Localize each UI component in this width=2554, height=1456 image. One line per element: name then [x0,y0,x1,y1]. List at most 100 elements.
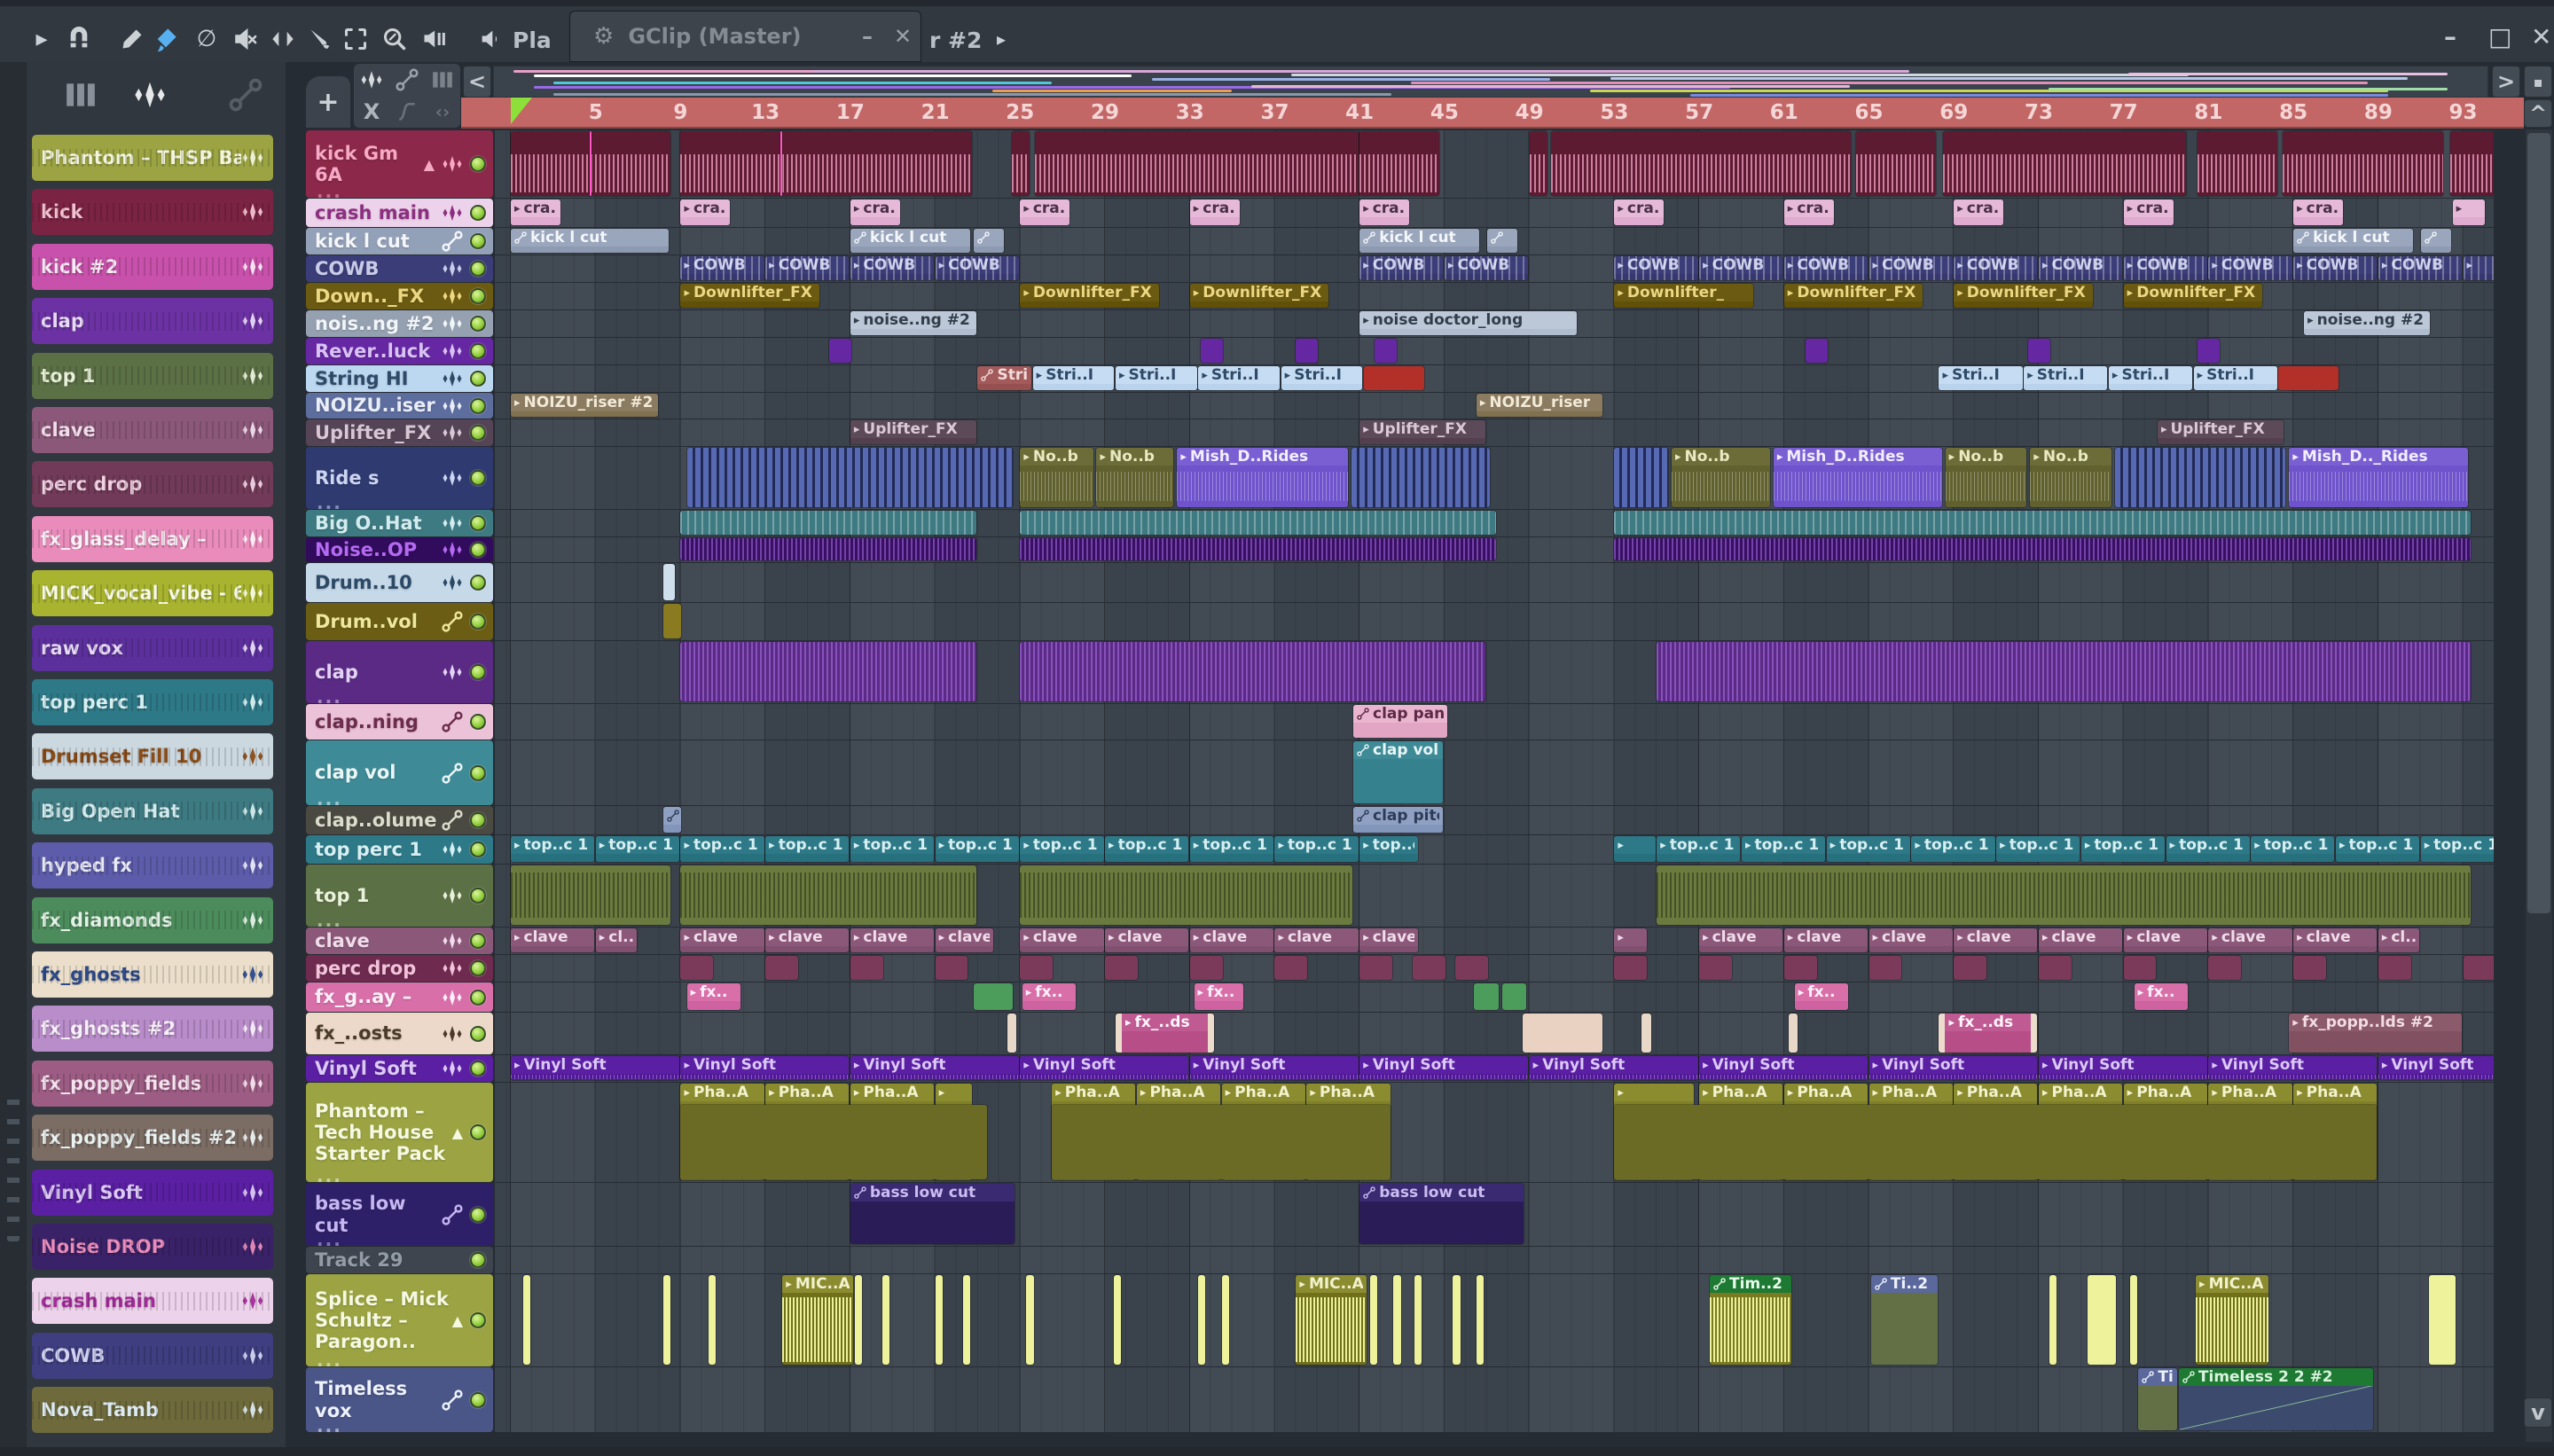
picker-item[interactable]: raw vox [32,624,273,671]
playlist-clip[interactable] [511,865,671,925]
playlist-clip[interactable]: Timeless 2 2 #2 [2178,1368,2373,1430]
playlist-clip[interactable]: ▸ COWB [1699,256,1783,280]
vertical-scrollbar[interactable] [2526,129,2552,1442]
track-enable-led[interactable] [470,371,486,387]
picker-item[interactable]: fx_ghosts #2 [32,1006,273,1053]
picker-item[interactable]: COWB [32,1332,273,1379]
picker-item[interactable]: MICK_vocal_vibe - 6A [32,570,273,617]
playlist-clip[interactable]: ▸ Vinyl Soft [680,1056,850,1080]
picker-patterns-tab-icon[interactable] [64,78,99,114]
scroll-down-button[interactable]: v [2524,1397,2552,1428]
playlist-clip[interactable] [1868,956,1902,980]
playlist-clip[interactable]: ▸ clave [850,928,935,952]
playlist-clip[interactable] [1486,229,1518,253]
playlist-clip[interactable]: ▸cra..ain [1614,200,1665,225]
playlist-clip[interactable]: ▸ COWB [850,256,935,280]
playlist-clip[interactable] [1501,983,1526,1010]
playlist-clip[interactable]: ▸ Downlifter_FX [1020,284,1159,308]
playlist-clip[interactable]: ▸ fx.. [686,983,741,1010]
track-header[interactable]: Splice – Mick Schultz – Paragon.. ▲... [306,1274,493,1366]
playlist-clip[interactable]: ▸ clave [511,928,595,952]
playlist-clip[interactable]: ▸ COWB [765,256,850,280]
picker-item[interactable]: Phantom – THSP Bas.. [32,135,273,181]
preview-speaker-icon[interactable] [475,24,505,54]
playlist-clip[interactable]: ▸ Vinyl Soft [2038,1056,2207,1080]
group-collapse-triangle[interactable]: ▲ [452,1312,463,1329]
playlist-clip[interactable] [1351,448,1491,507]
playlist-clip[interactable] [1943,131,2186,196]
playlist-clip[interactable] [1113,1275,1121,1365]
playlist-clip[interactable]: ▸ clave [1274,928,1359,952]
playlist-clip[interactable] [828,339,851,363]
playlist-clip[interactable]: ▸ Vinyl Soft [1699,1056,1868,1080]
playlist-clip[interactable] [686,448,1013,507]
track-header[interactable]: clap... [306,641,493,703]
track-enable-led[interactable] [470,989,486,1006]
playlist-clip[interactable] [663,1275,671,1365]
track-enable-led[interactable] [470,1391,486,1408]
playlist-clip[interactable]: ▸cra..ain [1954,200,2004,225]
playlist-clip[interactable] [1221,1275,1229,1365]
track-lane[interactable] [495,865,2494,927]
playlist-clip[interactable]: ▸ Vinyl Soft [511,1056,679,1080]
playlist-clip[interactable]: ▸ clave [1359,928,1418,952]
playlist-clip[interactable] [2463,956,2494,980]
track-header[interactable]: Noise..OP [306,537,493,562]
picker-item[interactable]: Drumset Fill 10 [32,733,273,780]
track-lane[interactable]: ▸ fx_..ds ▸ fx_..ds ▸ fx_popp..lds #2 [495,1013,2494,1054]
playlist-clip[interactable]: ▸ Stri..I [1281,366,1363,390]
playlist-clip[interactable]: ▸top..c 1 [935,836,1019,862]
playlist-clip[interactable]: ▸top..c 1 [850,836,935,862]
playlist-clip[interactable] [1020,642,1486,701]
playlist-clip[interactable]: ▸ No..b [1671,448,1770,507]
playlist-clip[interactable] [1856,131,1936,196]
playlist-clip[interactable] [780,131,782,196]
playlist-clip[interactable] [1020,511,1497,535]
playlist-clip[interactable]: ▸top..c 1 [1020,836,1104,862]
playlist-clip[interactable]: ▸ Vinyl Soft [2378,1056,2494,1080]
playlist-clip[interactable]: ▸ COWB [680,256,764,280]
playback-tool-icon[interactable] [419,24,449,54]
playlist-clip[interactable]: ▸ Mish_D..Rides [1773,448,1942,507]
playlist-clip[interactable] [1523,1014,1602,1053]
track-lane[interactable]: ▸ No..b ▸ No..b ▸ Mish_D..Rides ▸ No..b ▸ Mish_D.… [495,447,2494,509]
picker-item[interactable]: Vinyl Soft [32,1169,273,1216]
playlist-clip[interactable]: ▸ fx_..ds [1116,1014,1214,1053]
playlist-clip[interactable]: ▸ Uplifter_FX [2157,420,2284,444]
playlist-clip[interactable] [1359,131,1439,196]
playlist-clip[interactable]: ▸ fx.. [1022,983,1077,1010]
playlist-clip[interactable]: ▸ Stri..I [2024,366,2108,390]
track-lane[interactable]: bass low cut bass low cut [495,1183,2494,1246]
playlist-clip[interactable]: ▸top..c 1 [1911,836,1995,862]
playlist-clip[interactable]: ▸ clave [765,928,850,952]
playlist-clip[interactable]: kick l cut [511,229,669,253]
playlist-clip[interactable]: bass low cut [850,1184,1015,1244]
picker-item[interactable]: clave [32,407,273,453]
track-enable-led[interactable] [470,1124,486,1140]
track-header[interactable]: Rever..luck [306,338,493,364]
playlist-clip[interactable] [680,956,714,980]
playlist-clip[interactable]: ▸top..c 1 [1826,836,1910,862]
playlist-clip[interactable]: ▸ Vinyl Soft [1529,1056,1698,1080]
track-header[interactable]: clap vol... [306,740,493,805]
playlist-clip[interactable]: Strin [977,366,1032,390]
playlist-clip[interactable]: ▸ noise..ng #2 [2304,311,2431,335]
track-enable-led[interactable] [470,842,486,857]
playlist-add-tab[interactable]: + [306,76,350,128]
playlist-clip[interactable] [680,642,976,701]
playlist-clip[interactable]: bass low cut [1359,1184,1524,1244]
track-enable-led[interactable] [470,888,486,904]
window-minimize-button[interactable]: – [2444,22,2456,51]
zoom-fit-button[interactable]: ▪ [2524,66,2552,98]
track-lane[interactable]: ▸ Downlifter_FX ▸ Downlifter_FX ▸ Downlifter_… [495,283,2494,309]
playlist-clip[interactable] [1274,956,1308,980]
track-lane[interactable]: ▸cra..ain▸cra..ain▸cra..ain▸cra..ain▸cra… [495,199,2494,227]
track-menu-dots[interactable]: ... [317,1167,342,1182]
playlist-clip[interactable] [2198,339,2221,363]
playlist-clip[interactable] [680,865,976,925]
playlist-clip[interactable]: ▸ COWB [1868,256,1953,280]
track-header[interactable]: Vinyl Soft [306,1055,493,1082]
playlist-clip[interactable]: ▸ cl.. [595,928,638,952]
playlist-clip[interactable]: ▸cra..ain [1189,200,1240,225]
playlist-clip[interactable] [680,511,976,535]
